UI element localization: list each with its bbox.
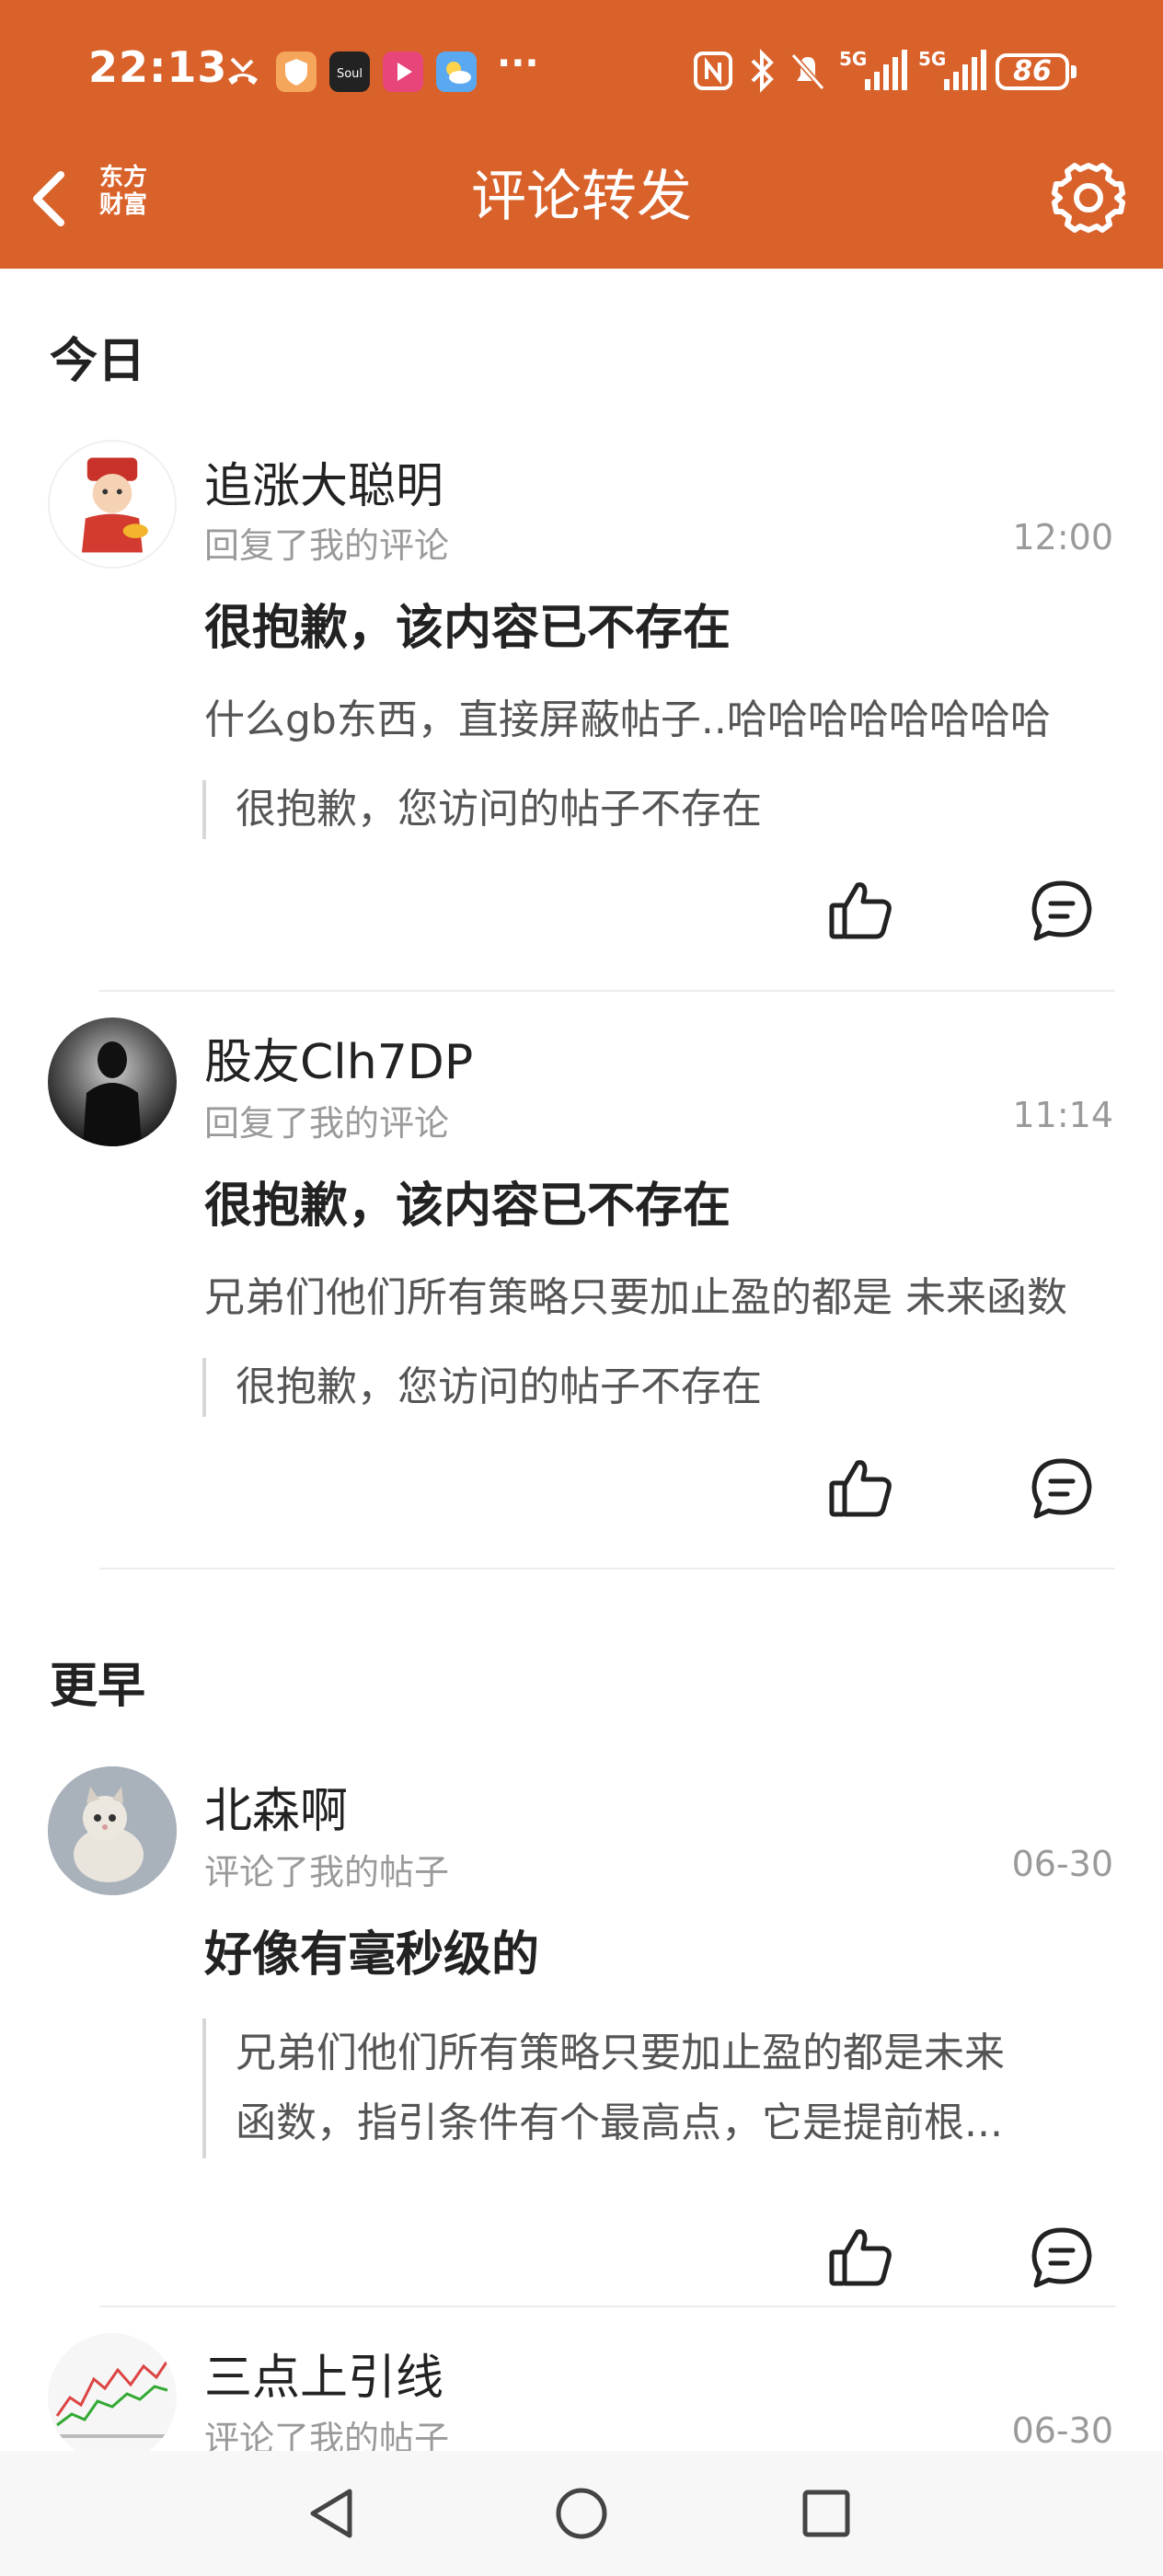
like-button[interactable] — [826, 876, 896, 946]
section-title-earlier: 更早 — [50, 1659, 146, 1714]
settings-button[interactable] — [1049, 158, 1128, 237]
excerpt-text: 什么gb东西，直接屏蔽帖子..哈哈哈哈哈哈哈哈 — [204, 696, 1051, 743]
action-text: 评论了我的帖子 — [204, 1852, 450, 1892]
app-header: 22:13 Soul ··· 5G 5G 86 东方 财富 评论转发 — [0, 0, 1163, 269]
comment-bubble-icon — [1031, 1458, 1092, 1519]
quote-text: 很抱歉，您访问的帖子不存在 — [236, 1363, 762, 1410]
status-time: 22:13 — [88, 42, 228, 92]
user-name[interactable]: 北森啊 — [204, 1772, 348, 1841]
bluetooth-icon — [751, 49, 774, 93]
system-nav-bar — [0, 2451, 1163, 2576]
user-name[interactable]: 追涨大聪明 — [204, 447, 443, 516]
thumbs-up-icon — [829, 1460, 892, 1517]
excerpt-text: 兄弟们他们所有策略只要加止盈的都是 未来函数 — [204, 1274, 1067, 1321]
nav-home-button[interactable] — [552, 2484, 611, 2543]
circle-home-icon — [556, 2488, 607, 2539]
action-text: 回复了我的评论 — [204, 1103, 450, 1144]
comment-button[interactable] — [1027, 2223, 1097, 2293]
signal-strength-2: 5G — [916, 48, 990, 94]
reply-content: 好像有毫秒级的 — [204, 1927, 540, 1983]
signal-strength-1: 5G — [837, 48, 911, 94]
timestamp: 11:14 — [1012, 1095, 1113, 1135]
comment-button[interactable] — [1027, 876, 1097, 946]
shield-app-icon — [276, 52, 317, 92]
soul-app-icon: Soul — [329, 52, 370, 92]
divider — [99, 2306, 1115, 2307]
section-title-today: 今日 — [50, 334, 146, 389]
divider — [99, 1568, 1115, 1570]
quoted-post[interactable]: 兄弟们他们所有策略只要加止盈的都是未来 函数，指引条件有个最高点，它是提前根..… — [202, 2018, 1123, 2158]
thumbs-up-icon — [829, 2229, 892, 2286]
avatar[interactable] — [48, 440, 177, 569]
gear-icon — [1052, 163, 1125, 233]
missed-call-icon — [228, 57, 258, 85]
quoted-post[interactable]: 很抱歉，您访问的帖子不存在 — [202, 1358, 1123, 1417]
weather-app-icon — [436, 52, 477, 92]
like-button[interactable] — [826, 2223, 896, 2293]
svg-text:Soul: Soul — [337, 67, 363, 81]
triangle-back-icon — [310, 2489, 352, 2538]
quoted-post[interactable]: 很抱歉，您访问的帖子不存在 — [202, 780, 1123, 839]
reply-content: 很抱歉，该内容已不存在 — [204, 601, 731, 656]
battery-indicator: 86 — [996, 53, 1077, 90]
timestamp: 12:00 — [1012, 517, 1113, 558]
nav-recent-button[interactable] — [797, 2484, 856, 2543]
thumbs-up-icon — [829, 882, 892, 939]
like-button[interactable] — [826, 1454, 896, 1524]
square-recent-icon — [802, 2490, 850, 2537]
quote-text-line-1: 兄弟们他们所有策略只要加止盈的都是未来 — [236, 2030, 1005, 2076]
status-bar: 22:13 Soul ··· 5G 5G 86 — [0, 0, 1163, 147]
mute-bell-icon — [790, 53, 825, 90]
reply-content: 很抱歉，该内容已不存在 — [204, 1179, 731, 1234]
comment-button[interactable] — [1027, 1454, 1097, 1524]
video-app-icon — [383, 52, 423, 92]
timestamp: 06-30 — [1011, 1844, 1113, 1884]
avatar[interactable] — [48, 1766, 177, 1895]
nav-back-button[interactable] — [304, 2484, 363, 2543]
nfc-icon — [694, 52, 732, 90]
avatar[interactable] — [48, 2333, 177, 2462]
timestamp: 06-30 — [1011, 2410, 1113, 2451]
quote-text-line-2: 函数，指引条件有个最高点，它是提前根... — [236, 2099, 1003, 2146]
action-text: 回复了我的评论 — [204, 525, 450, 566]
comment-bubble-icon — [1031, 2227, 1092, 2288]
avatar[interactable] — [48, 1018, 177, 1146]
comment-bubble-icon — [1031, 880, 1092, 941]
quote-text: 很抱歉，您访问的帖子不存在 — [236, 786, 762, 833]
user-name[interactable]: 股友Clh7DP — [204, 1023, 473, 1092]
divider — [99, 990, 1115, 992]
more-notifications-indicator: ··· — [497, 42, 539, 85]
page-title: 评论转发 — [471, 165, 692, 229]
user-name[interactable]: 三点上引线 — [204, 2339, 443, 2408]
